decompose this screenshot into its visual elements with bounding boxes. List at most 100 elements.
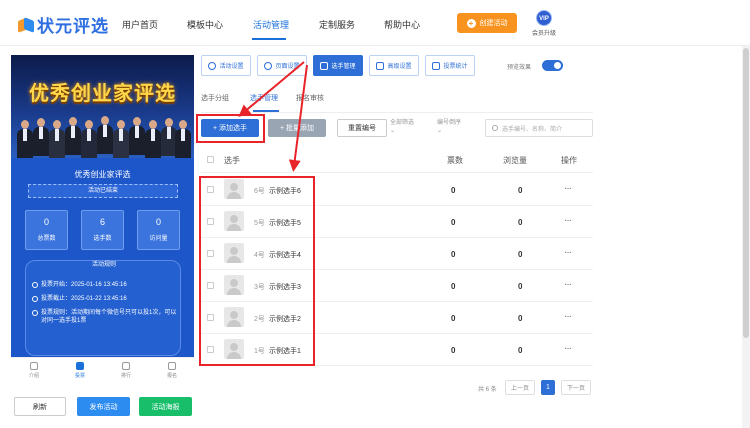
rule-vote-start: 投票开始：2025-01-16 13:45:16 [32,281,127,289]
top-navbar: 状元评选 用户首页 模板中心 活动管理 定制服务 帮助中心 + 创建活动 VIP… [0,0,750,46]
section-label: 活动设置 [219,64,244,70]
vip-label: 会员升级 [531,31,556,37]
select-all-checkbox[interactable] [207,156,214,163]
mobile-tab-signup[interactable]: 报名 [157,362,187,379]
rule-vote-end: 投票截止：2025-01-22 13:45:16 [32,295,127,303]
clock-icon [32,310,38,316]
vote-count: 0 [451,186,456,195]
mobile-tab-label: 介绍 [28,373,39,379]
search-placeholder: 选手编号、名称、简介 [502,126,563,133]
create-activity-label: 创建活动 [479,20,508,27]
stat-label: 总票数 [37,236,56,242]
vote-count: 0 [451,250,456,259]
section-contestant-management[interactable]: 选手管理 [313,55,363,76]
mobile-tab-label: 报名 [166,373,177,379]
search-input[interactable]: 选手编号、名称、简介 [485,119,593,137]
section-label: 投票统计 [443,64,468,70]
section-label: 高级设置 [387,64,412,70]
mobile-tab-vote[interactable]: 投票 [65,362,95,379]
more-actions-icon[interactable]: ··· [564,311,572,322]
logo-icon [18,16,34,33]
trophy-icon [122,362,130,370]
more-actions-icon[interactable]: ··· [564,343,572,354]
banner-title: 优秀创业家评选 [29,83,176,105]
rule-text: 投票规则：活动期间每个微信号只可以投1次，可以对同一选手投1票 [41,310,177,324]
page-scrollbar-thumb[interactable] [743,48,749,338]
stat-value: 0 [43,217,49,227]
view-count: 0 [518,282,523,291]
sliders-icon [376,61,385,70]
nav-help-center[interactable]: 帮助中心 [384,18,420,31]
column-header-views: 浏览量 [503,156,527,165]
bulk-add-button[interactable]: + 批量添加 [268,119,326,137]
column-header-contestant: 选手 [224,156,240,165]
preview-toggle[interactable] [542,60,563,71]
subtab-divider [201,112,593,113]
more-actions-icon[interactable]: ··· [564,247,572,258]
publish-activity-button[interactable]: 发布活动 [77,397,130,416]
stat-value: 6 [99,217,105,227]
preview-toggle-label: 预览效果 [507,65,532,71]
sort-label: 编号倒序 [437,120,462,126]
view-count: 0 [518,314,523,323]
stat-total-votes: 0 总票数 [25,210,68,250]
section-page-settings[interactable]: 页面设置 [257,55,307,76]
brand-logo[interactable]: 状元评选 [18,12,109,37]
section-label: 选手管理 [331,64,356,70]
more-actions-icon[interactable]: ··· [564,279,572,290]
chevron-down-icon: ⌄ [437,128,443,134]
section-label: 页面设置 [275,64,300,70]
previous-page-button[interactable]: 上一页 [505,380,535,395]
vote-count: 0 [451,314,456,323]
mobile-tab-intro[interactable]: 介绍 [19,362,49,379]
mobile-tab-ranking[interactable]: 排行 [111,362,141,379]
search-icon [492,125,498,131]
annotation-box-add-button [196,114,265,143]
rule-text: 投票截止：2025-01-22 13:45:16 [41,296,127,302]
nav-template-center[interactable]: 模板中心 [187,18,223,31]
sort-dropdown[interactable]: 编号倒序 ⌄ [437,119,461,135]
vote-count: 0 [451,218,456,227]
section-advanced-settings[interactable]: 高级设置 [369,55,419,76]
stat-value: 0 [155,217,161,227]
view-count: 0 [518,250,523,259]
create-activity-button[interactable]: + 创建活动 [457,13,517,33]
mobile-preview: 优秀创业家评选 优秀创业家评选 活动已结束 0 总票数 6 选手数 0 访问量 … [11,55,194,357]
subtab-contestant-groups[interactable]: 选手分组 [201,93,229,103]
more-actions-icon[interactable]: ··· [564,183,572,194]
current-page-button[interactable]: 1 [541,380,555,395]
activity-poster-button[interactable]: 活动海报 [139,397,192,416]
flag-icon [168,362,176,370]
chevron-down-icon: ⌄ [390,128,396,134]
filter-dropdown[interactable]: 全部筛选 ⌄ [390,119,414,135]
rule-vote-policy: 投票规则：活动期间每个微信号只可以投1次，可以对同一选手投1票 [32,309,178,325]
next-page-button[interactable]: 下一页 [561,380,591,395]
brand-name: 状元评选 [37,17,109,36]
filter-label: 全部筛选 [390,120,415,126]
nav-activity-management[interactable]: 活动管理 [253,18,289,31]
settings-icon [208,61,217,70]
refresh-button[interactable]: 刷新 [14,397,66,416]
bar-chart-icon [432,61,441,70]
vip-icon: VIP [536,10,552,26]
section-activity-settings[interactable]: 活动设置 [201,55,251,76]
more-actions-icon[interactable]: ··· [564,215,572,226]
stat-label: 访问量 [149,236,168,242]
clock-icon [32,282,38,288]
vip-upgrade[interactable]: VIP 会员升级 [530,10,558,37]
arrow-to-contestant-list [288,64,308,172]
nav-active-indicator [252,38,286,40]
nav-user-home[interactable]: 用户首页 [122,18,158,31]
nav-custom-service[interactable]: 定制服务 [319,18,355,31]
column-header-votes: 票数 [447,156,463,165]
reset-numbers-button[interactable]: 重置编号 [337,119,387,137]
section-vote-statistics[interactable]: 投票统计 [425,55,475,76]
mobile-tabbar: 介绍 投票 排行 报名 [11,357,194,381]
users-icon [320,61,329,70]
gear-icon [264,61,273,70]
column-header-actions: 操作 [561,156,577,165]
subtab-signup-review[interactable]: 报名审核 [296,93,324,103]
stat-label: 选手数 [93,236,112,242]
rule-text: 投票开始：2025-01-16 13:45:16 [41,282,127,288]
subtab-contestant-management[interactable]: 选手管理 [250,93,278,103]
